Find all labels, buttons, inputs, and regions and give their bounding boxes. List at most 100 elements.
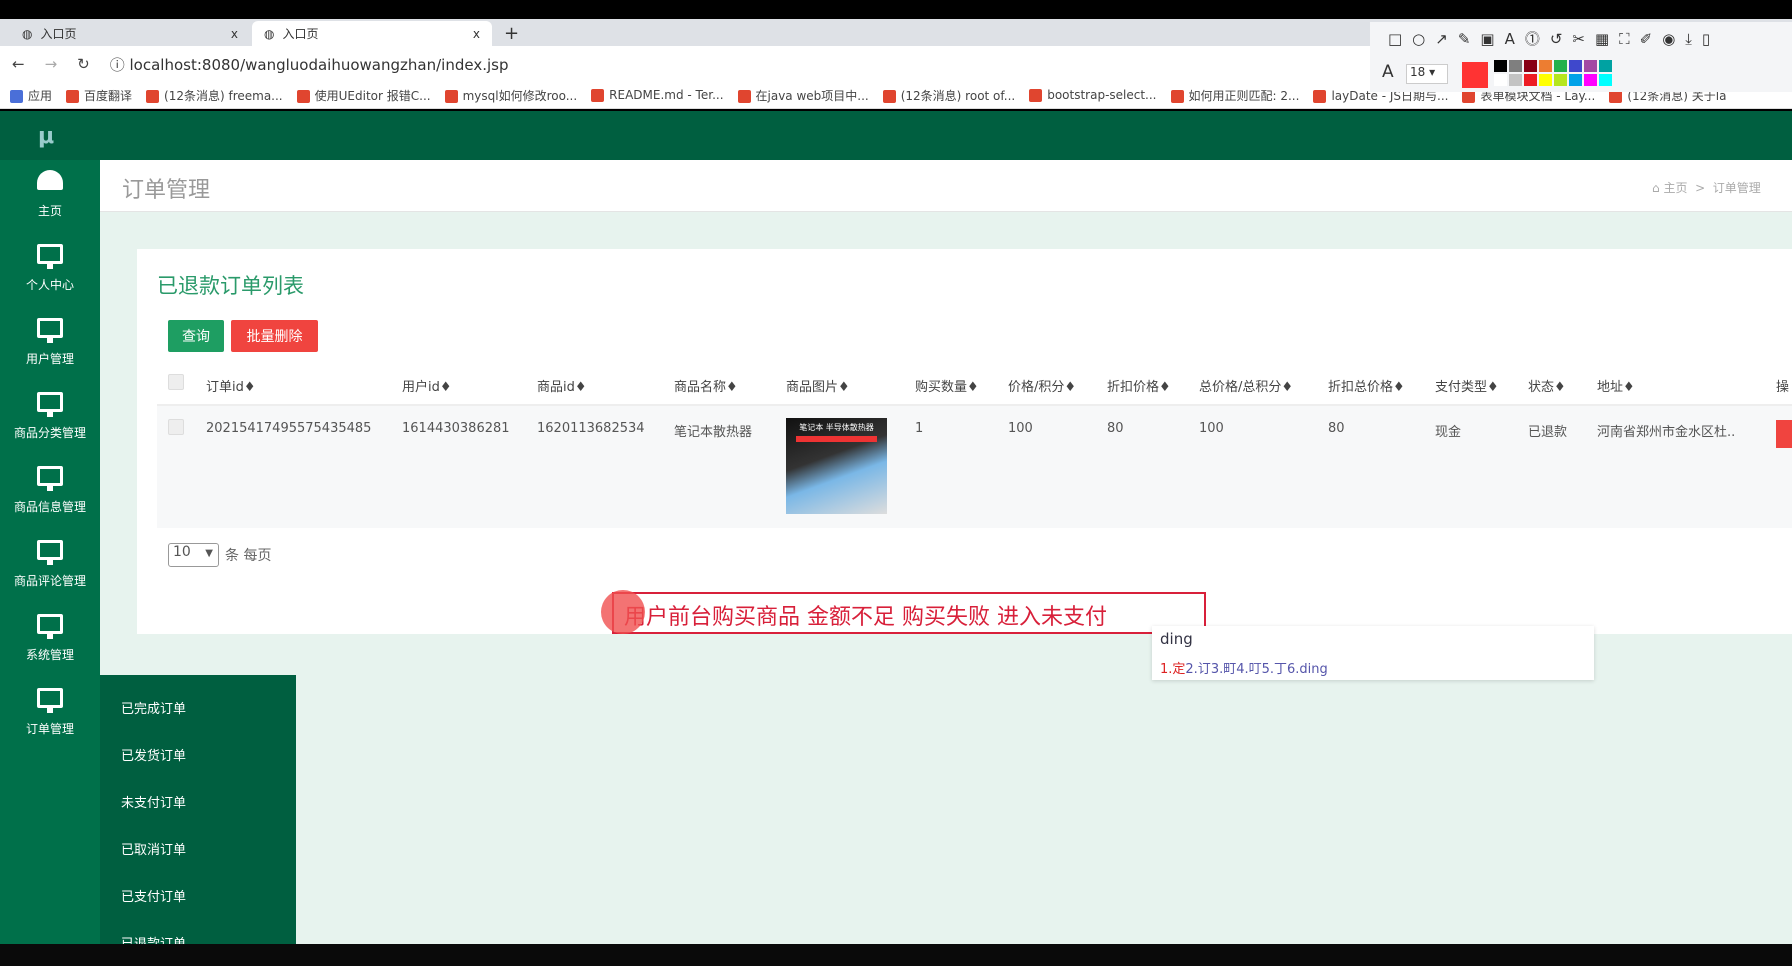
- bookmark-item[interactable]: bootstrap-select...: [1029, 88, 1157, 102]
- close-tab-icon[interactable]: x: [231, 27, 238, 41]
- sidebar-item-label: 主页: [37, 204, 62, 218]
- ime-candidate[interactable]: 4.叮: [1236, 662, 1261, 677]
- color-swatch[interactable]: [1554, 60, 1567, 72]
- submenu-item[interactable]: 未支付订单: [121, 792, 186, 811]
- color-swatch[interactable]: [1509, 60, 1522, 72]
- batch-delete-button[interactable]: 批量删除: [231, 320, 318, 352]
- bookmark-item[interactable]: (12条消息) freema...: [146, 87, 283, 104]
- active-color-swatch[interactable]: [1462, 62, 1488, 88]
- color-swatch[interactable]: [1524, 60, 1537, 72]
- column-header[interactable]: 总价格/总积分♦: [1199, 376, 1293, 395]
- close-tab-icon[interactable]: x: [473, 27, 480, 41]
- bookmark-label: 在java web项目中...: [755, 88, 869, 103]
- color-swatch[interactable]: [1584, 74, 1597, 86]
- bookmark-icon: [1170, 89, 1184, 103]
- column-header[interactable]: 状态♦: [1528, 376, 1566, 395]
- breadcrumb-home[interactable]: 主页: [1663, 181, 1687, 195]
- color-swatch[interactable]: [1599, 74, 1612, 86]
- url-text: localhost:8080/wangluodaihuowangzhan/ind…: [129, 55, 509, 74]
- breadcrumb-current: 订单管理: [1712, 181, 1761, 195]
- ime-candidate[interactable]: 3.町: [1211, 662, 1236, 677]
- column-header[interactable]: 订单id♦: [206, 376, 256, 395]
- bookmark-item[interactable]: 在java web项目中...: [737, 87, 869, 104]
- color-swatch[interactable]: [1539, 74, 1552, 86]
- order-submenu: 已完成订单已发货订单未支付订单已取消订单已支付订单已退款订单: [100, 675, 296, 952]
- sidebar-item-label: 商品分类管理: [13, 426, 86, 440]
- column-header[interactable]: 商品名称♦: [674, 376, 738, 395]
- bookmark-item[interactable]: 应用: [10, 87, 52, 104]
- browser-tab-active[interactable]: ◍ 入口页 x: [252, 21, 492, 46]
- query-button[interactable]: 查询: [168, 320, 224, 352]
- ime-candidate[interactable]: 2.订: [1185, 662, 1210, 677]
- color-swatch[interactable]: [1569, 74, 1582, 86]
- browser-tab[interactable]: ◍ 入口页 x: [10, 21, 250, 46]
- bookmark-item[interactable]: README.md - Ter...: [591, 88, 724, 102]
- sidebar-item-6[interactable]: 系统管理: [0, 614, 100, 663]
- column-header[interactable]: 操: [1776, 376, 1789, 395]
- bookmark-item[interactable]: (12条消息) root of...: [882, 87, 1016, 104]
- breadcrumb-separator: >: [1695, 181, 1706, 195]
- url-field[interactable]: ⓘ localhost:8080/wangluodaihuowangzhan/i…: [110, 54, 509, 75]
- bottom-bar: [0, 944, 1792, 966]
- column-header[interactable]: 地址♦: [1597, 376, 1635, 395]
- bookmark-label: 百度翻译: [84, 88, 133, 103]
- submenu-item[interactable]: 已完成订单: [121, 698, 186, 717]
- sidebar-item-7[interactable]: 订单管理: [0, 688, 100, 737]
- ime-candidate[interactable]: 6.ding: [1287, 662, 1328, 677]
- bookmark-icon: [1313, 89, 1327, 103]
- sidebar-item-4[interactable]: 商品信息管理: [0, 466, 100, 515]
- bookmark-label: (12条消息) root of...: [900, 88, 1016, 103]
- row-action-button[interactable]: [1776, 420, 1792, 448]
- ime-candidate[interactable]: 5.丁: [1262, 662, 1287, 677]
- ime-candidate[interactable]: 1.定: [1160, 662, 1185, 677]
- page-title: 订单管理: [122, 178, 211, 203]
- color-swatch[interactable]: [1539, 60, 1552, 72]
- row-checkbox[interactable]: [168, 419, 184, 435]
- sidebar-item-1[interactable]: 个人中心: [0, 244, 100, 293]
- color-swatch[interactable]: [1494, 60, 1507, 72]
- color-swatch[interactable]: [1554, 74, 1567, 86]
- color-swatch[interactable]: [1494, 74, 1507, 86]
- color-swatch[interactable]: [1509, 74, 1522, 86]
- new-tab-button[interactable]: +: [492, 21, 522, 46]
- font-size-select[interactable]: 18 ▾: [1406, 64, 1448, 84]
- bookmark-item[interactable]: 使用UEditor 报错C...: [296, 87, 431, 104]
- column-header[interactable]: 购买数量♦: [915, 376, 979, 395]
- sidebar-item-5[interactable]: 商品评论管理: [0, 540, 100, 589]
- back-icon[interactable]: ←: [12, 55, 25, 73]
- sidebar-item-3[interactable]: 商品分类管理: [0, 392, 100, 441]
- monitor-icon: [37, 688, 63, 713]
- bookmark-item[interactable]: 百度翻译: [66, 87, 132, 104]
- submenu-item[interactable]: 已发货订单: [121, 745, 186, 764]
- sidebar-item-label: 商品评论管理: [13, 574, 86, 588]
- column-header[interactable]: 价格/积分♦: [1008, 376, 1076, 395]
- cell-product-id: 1620113682534: [537, 421, 645, 436]
- submenu-item[interactable]: 已支付订单: [121, 886, 186, 905]
- sidebar-item-2[interactable]: 用户管理: [0, 318, 100, 367]
- drawing-tools-icons[interactable]: □○↗✎▣A⓵↺✂▦⛶✐◉⤓▯: [1388, 28, 1720, 49]
- bookmark-item[interactable]: 如何用正则匹配: 2...: [1170, 87, 1299, 104]
- column-header[interactable]: 折扣总价格♦: [1328, 376, 1405, 395]
- cell-discount-total: 80: [1328, 421, 1345, 436]
- bookmark-icon: [296, 89, 310, 103]
- card-title: 已退款订单列表: [157, 274, 304, 298]
- color-swatch[interactable]: [1569, 60, 1582, 72]
- column-header[interactable]: 商品图片♦: [786, 376, 850, 395]
- sidebar-item-0[interactable]: 主页: [0, 170, 100, 219]
- column-header[interactable]: 商品id♦: [537, 376, 587, 395]
- column-header[interactable]: 用户id♦: [402, 376, 452, 395]
- page-size-select[interactable]: 10 ▼: [168, 543, 219, 567]
- cell-total: 100: [1199, 421, 1224, 436]
- submenu-item[interactable]: 已取消订单: [121, 839, 186, 858]
- reload-icon[interactable]: ↻: [77, 55, 90, 73]
- bookmark-icon: [146, 89, 160, 103]
- column-header[interactable]: 支付类型♦: [1435, 376, 1499, 395]
- bookmark-item[interactable]: mysql如何修改roo...: [444, 87, 577, 104]
- color-swatch[interactable]: [1524, 74, 1537, 86]
- forward-icon[interactable]: →: [45, 55, 58, 73]
- column-header[interactable]: 折扣价格♦: [1107, 376, 1171, 395]
- color-swatch[interactable]: [1584, 60, 1597, 72]
- cell-price: 100: [1008, 421, 1033, 436]
- select-all-checkbox[interactable]: [168, 374, 184, 390]
- color-swatch[interactable]: [1599, 60, 1612, 72]
